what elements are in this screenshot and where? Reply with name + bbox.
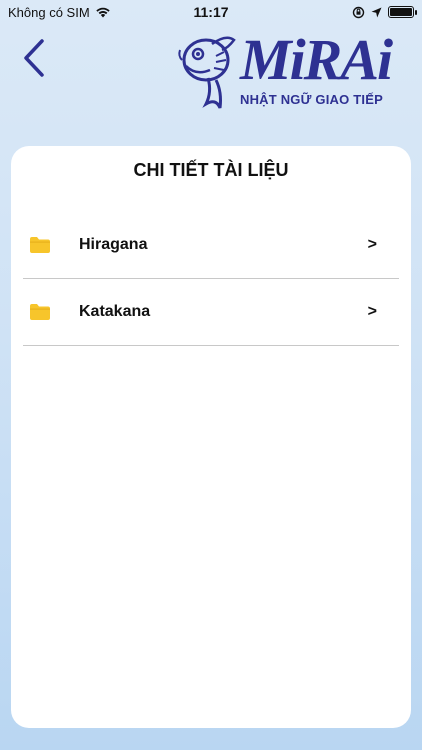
carrier-label: Không có SIM xyxy=(8,4,90,20)
card-title: CHI TIẾT TÀI LIỆU xyxy=(133,160,289,180)
logo-wordmark: MiRAi xyxy=(240,27,393,92)
mirai-logo: MiRAi NHẬT NGỮ GIAO TIẾP xyxy=(176,26,406,116)
document-list: Hiragana > Katakana > xyxy=(23,212,399,346)
list-item-label: Katakana xyxy=(79,303,151,320)
folder-icon xyxy=(30,304,50,320)
chevron-right-icon: > xyxy=(367,236,377,253)
document-details-card: CHI TIẾT TÀI LIỆU Hiragana > Katakana > xyxy=(11,146,411,728)
fish-logo-icon xyxy=(178,36,236,109)
status-left: Không có SIM xyxy=(8,5,111,20)
wifi-icon xyxy=(95,7,110,18)
folder-icon xyxy=(30,237,50,253)
status-bar: Không có SIM 11:17 xyxy=(0,0,422,24)
status-time: 11:17 xyxy=(193,4,229,20)
chevron-right-icon: > xyxy=(367,303,377,320)
orientation-lock-icon xyxy=(352,6,365,18)
logo-tagline: NHẬT NGỮ GIAO TIẾP xyxy=(240,92,383,107)
back-button[interactable] xyxy=(18,38,50,78)
chevron-left-icon xyxy=(24,39,44,77)
list-item-katakana[interactable]: Katakana > xyxy=(23,279,399,346)
list-item-hiragana[interactable]: Hiragana > xyxy=(23,212,399,279)
battery-icon xyxy=(388,6,417,18)
location-icon xyxy=(371,7,382,17)
list-item-label: Hiragana xyxy=(79,236,148,253)
status-right xyxy=(352,6,417,19)
